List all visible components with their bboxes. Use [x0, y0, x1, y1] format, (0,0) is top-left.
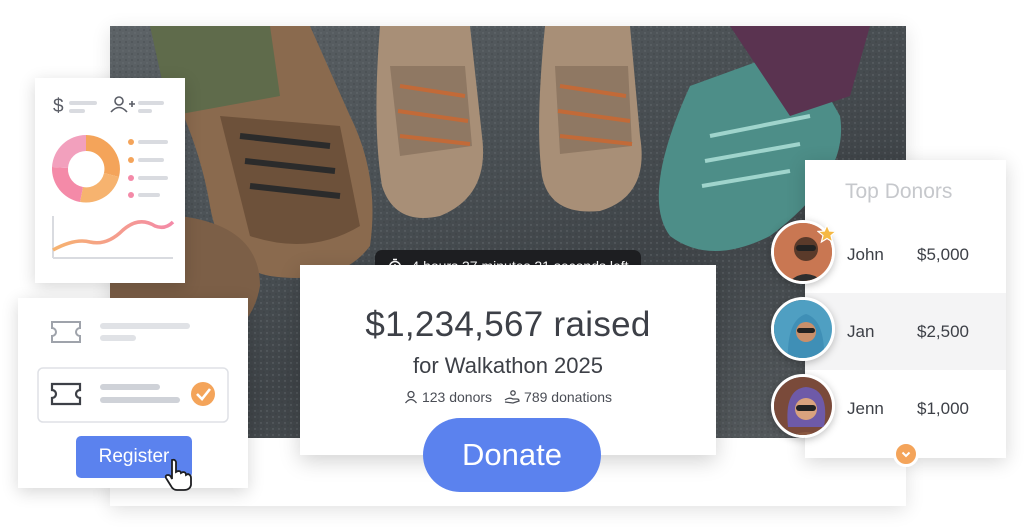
ticket-list	[37, 321, 229, 423]
star-icon	[817, 224, 837, 244]
donate-button[interactable]: Donate	[423, 418, 601, 492]
fundraising-showcase: $ Register $1,234,567 raised for Walkath…	[0, 0, 1024, 528]
ticket-icon	[51, 321, 81, 343]
donor-amount: $1,000	[917, 398, 969, 418]
add-user-icon	[110, 96, 135, 113]
user-icon	[404, 390, 417, 404]
donor-amount: $2,500	[917, 321, 969, 341]
donors-stat: 123 donors	[404, 389, 492, 405]
donor-name: Jan	[847, 321, 875, 341]
register-card: Register	[18, 298, 248, 491]
analytics-illustration: $	[51, 96, 175, 259]
show-more-button[interactable]	[893, 441, 919, 467]
donors-count: 123 donors	[421, 389, 493, 405]
campaign-name: for Walkathon 2025	[413, 353, 603, 378]
donor-row[interactable]: Jenn $1,000	[805, 370, 1006, 447]
chevron-down-icon	[901, 451, 911, 458]
pointer-hand-icon	[164, 458, 192, 491]
donor-amount: $5,000	[917, 244, 969, 264]
donut-chart	[51, 134, 120, 203]
top-donors-title: Top Donors	[845, 180, 953, 203]
trend-line	[52, 220, 175, 252]
donor-name: Jenn	[847, 398, 884, 418]
check-icon	[191, 382, 215, 406]
donations-stat: 789 donations	[504, 389, 612, 405]
dollar-icon: $	[53, 96, 64, 117]
donor-row[interactable]: Jan $2,500	[805, 293, 1006, 370]
donation-hand-icon	[504, 390, 520, 404]
avatar	[771, 297, 835, 361]
donor-name: John	[847, 244, 884, 264]
amount-raised: $1,234,567 raised	[365, 305, 651, 344]
avatar	[771, 374, 835, 438]
top-donors-card: Top Donors John $5,000 Jan $2,500 Jenn $…	[805, 160, 1006, 458]
analytics-card: $	[35, 78, 185, 283]
donations-count: 789 donations	[524, 389, 613, 405]
campaign-stats: 123 donors 789 donations	[300, 389, 716, 405]
